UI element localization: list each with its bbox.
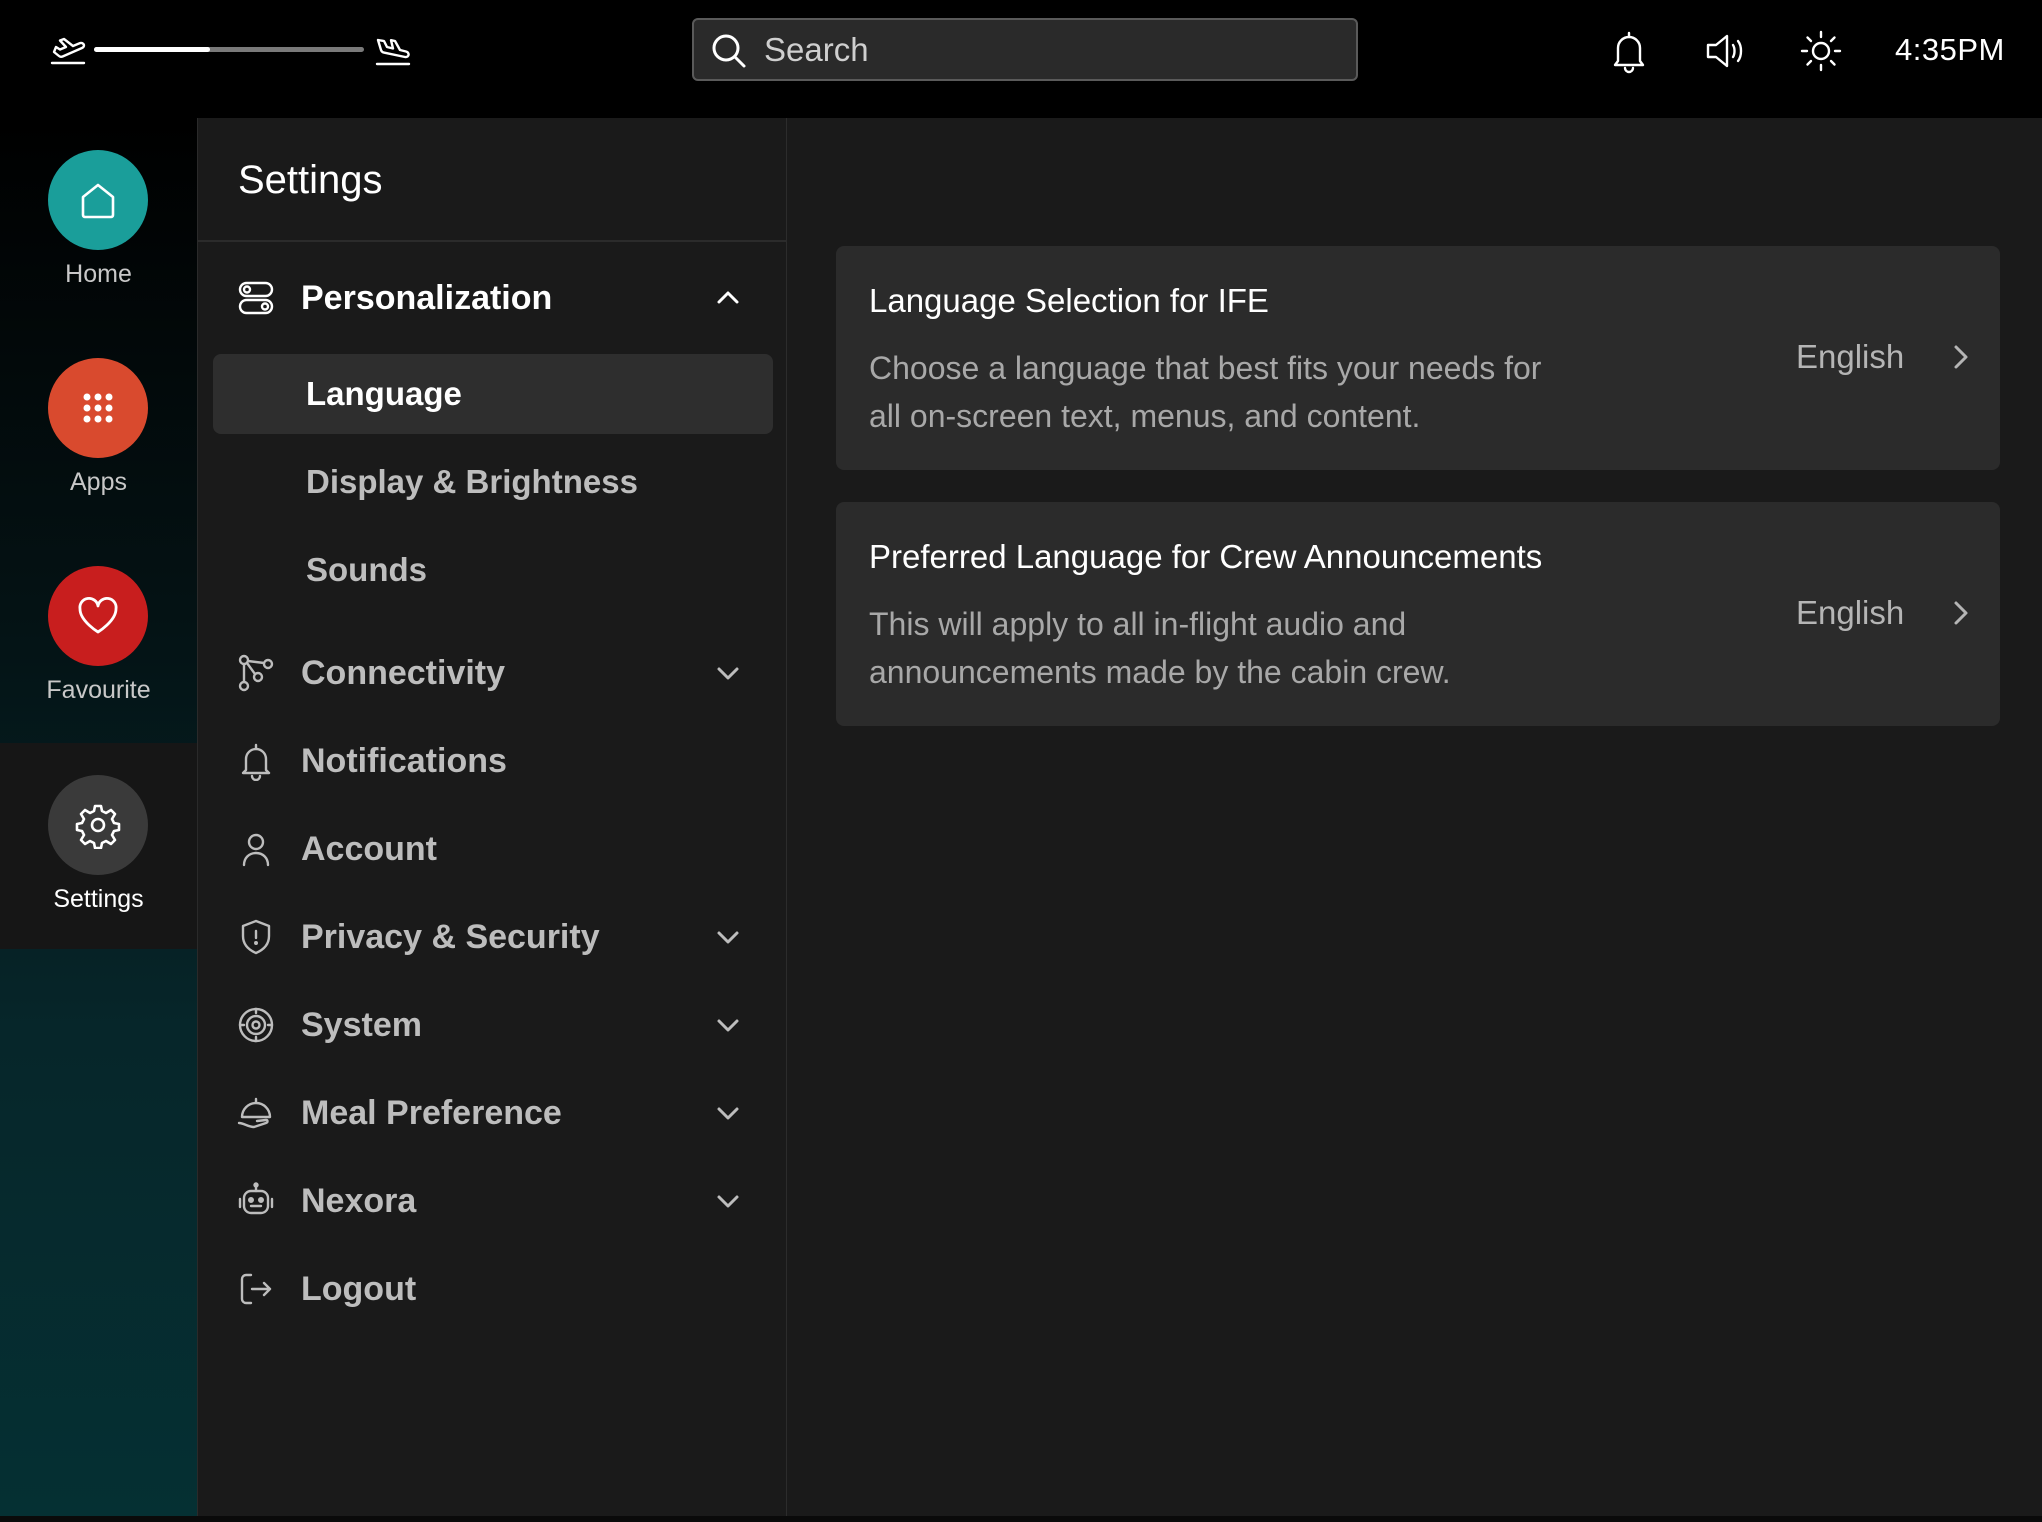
search-input[interactable] [764, 20, 1344, 79]
nav-item-label: System [301, 1006, 422, 1044]
clock: 4:35PM [1895, 32, 2005, 67]
settings-content: Language Selection for IFE Choose a lang… [787, 118, 2042, 1518]
chevron-right-icon[interactable] [1944, 340, 1978, 374]
page-title: Settings [238, 158, 383, 202]
nav-item-label: Account [301, 830, 437, 868]
apps-button[interactable] [48, 358, 148, 458]
nav-item-notifications[interactable]: Notifications [198, 725, 788, 797]
nav-item-system[interactable]: System [198, 989, 788, 1061]
chevron-down-icon[interactable] [712, 921, 744, 953]
chevron-down-icon[interactable] [712, 657, 744, 689]
meal-icon [236, 1093, 276, 1133]
connectivity-icon [236, 653, 276, 693]
card-description: Choose a language that best fits your ne… [869, 350, 1542, 434]
nav-item-label: Privacy & Security [301, 918, 600, 956]
card-value[interactable]: English [1796, 594, 1904, 632]
volume-icon[interactable] [1702, 28, 1748, 74]
crew-announcement-language-card[interactable]: Preferred Language for Crew Announcement… [836, 502, 2000, 726]
nav-item-account[interactable]: Account [198, 813, 788, 885]
nav-item-label: Meal Preference [301, 1094, 562, 1132]
settings-nav: Settings Personalization Language Displa… [197, 118, 788, 1518]
flight-progress-track [94, 47, 364, 52]
shield-icon [236, 917, 276, 957]
rail-item-favourite[interactable]: Favourite [0, 534, 197, 740]
chevron-right-icon[interactable] [1944, 596, 1978, 630]
nav-item-label: Personalization [301, 279, 553, 317]
nav-item-label: Connectivity [301, 654, 506, 692]
plane-landing-icon [373, 30, 413, 70]
search-icon [710, 32, 748, 70]
sub-item-display-brightness[interactable]: Display & Brightness [213, 442, 773, 522]
bell-icon[interactable] [1606, 28, 1652, 74]
flight-progress-fill [94, 47, 211, 52]
plane-takeoff-icon [48, 30, 88, 70]
top-bar: 4:35PM [0, 0, 2042, 118]
user-icon [236, 829, 276, 869]
nav-item-label: Logout [301, 1270, 417, 1308]
settings-button[interactable] [48, 775, 148, 875]
nav-item-meal-preference[interactable]: Meal Preference [198, 1077, 788, 1149]
heart-icon [78, 597, 118, 634]
chevron-up-icon[interactable] [712, 282, 744, 314]
rail-label-home: Home [65, 260, 132, 288]
nav-item-label: Notifications [301, 742, 507, 780]
apps-grid-icon [83, 393, 113, 423]
bottom-edge [0, 1516, 2042, 1522]
nav-item-label: Nexora [301, 1182, 417, 1220]
toggles-icon [236, 278, 276, 318]
logout-icon [236, 1269, 276, 1309]
card-value[interactable]: English [1796, 338, 1904, 376]
rail-item-home[interactable]: Home [0, 118, 197, 324]
sub-item-sounds[interactable]: Sounds [213, 530, 773, 610]
sub-item-label: Language [306, 375, 462, 412]
nav-item-nexora[interactable]: Nexora [198, 1165, 788, 1237]
gear-icon [75, 804, 121, 849]
flight-progress [48, 30, 413, 70]
chevron-down-icon[interactable] [712, 1009, 744, 1041]
card-title: Preferred Language for Crew Announcement… [869, 538, 1543, 575]
chevron-down-icon[interactable] [712, 1097, 744, 1129]
favourite-button[interactable] [48, 566, 148, 666]
app-rail: Home Apps Favourite Settings [0, 118, 197, 1522]
home-button[interactable] [48, 150, 148, 250]
nav-item-personalization[interactable]: Personalization [198, 262, 788, 334]
rail-item-settings[interactable]: Settings [0, 743, 197, 949]
sub-item-label: Sounds [306, 551, 427, 588]
search-bar[interactable] [692, 18, 1358, 81]
card-description: This will apply to all in-flight audio a… [869, 606, 1451, 690]
divider [198, 240, 788, 242]
robot-icon [236, 1181, 276, 1221]
system-gear-icon [236, 1005, 276, 1045]
nav-item-connectivity[interactable]: Connectivity [198, 637, 788, 709]
rail-item-apps[interactable]: Apps [0, 326, 197, 532]
brightness-icon[interactable] [1798, 28, 1844, 74]
nav-item-privacy-security[interactable]: Privacy & Security [198, 901, 788, 973]
card-title: Language Selection for IFE [869, 282, 1269, 319]
sub-item-language[interactable]: Language [213, 354, 773, 434]
chevron-down-icon[interactable] [712, 1185, 744, 1217]
language-ife-card[interactable]: Language Selection for IFE Choose a lang… [836, 246, 2000, 470]
rail-label-apps: Apps [70, 468, 127, 496]
bell-icon [236, 741, 276, 782]
sub-item-label: Display & Brightness [306, 463, 638, 500]
rail-label-favourite: Favourite [46, 676, 151, 704]
nav-item-logout[interactable]: Logout [198, 1253, 788, 1325]
rail-label-settings: Settings [53, 885, 144, 913]
